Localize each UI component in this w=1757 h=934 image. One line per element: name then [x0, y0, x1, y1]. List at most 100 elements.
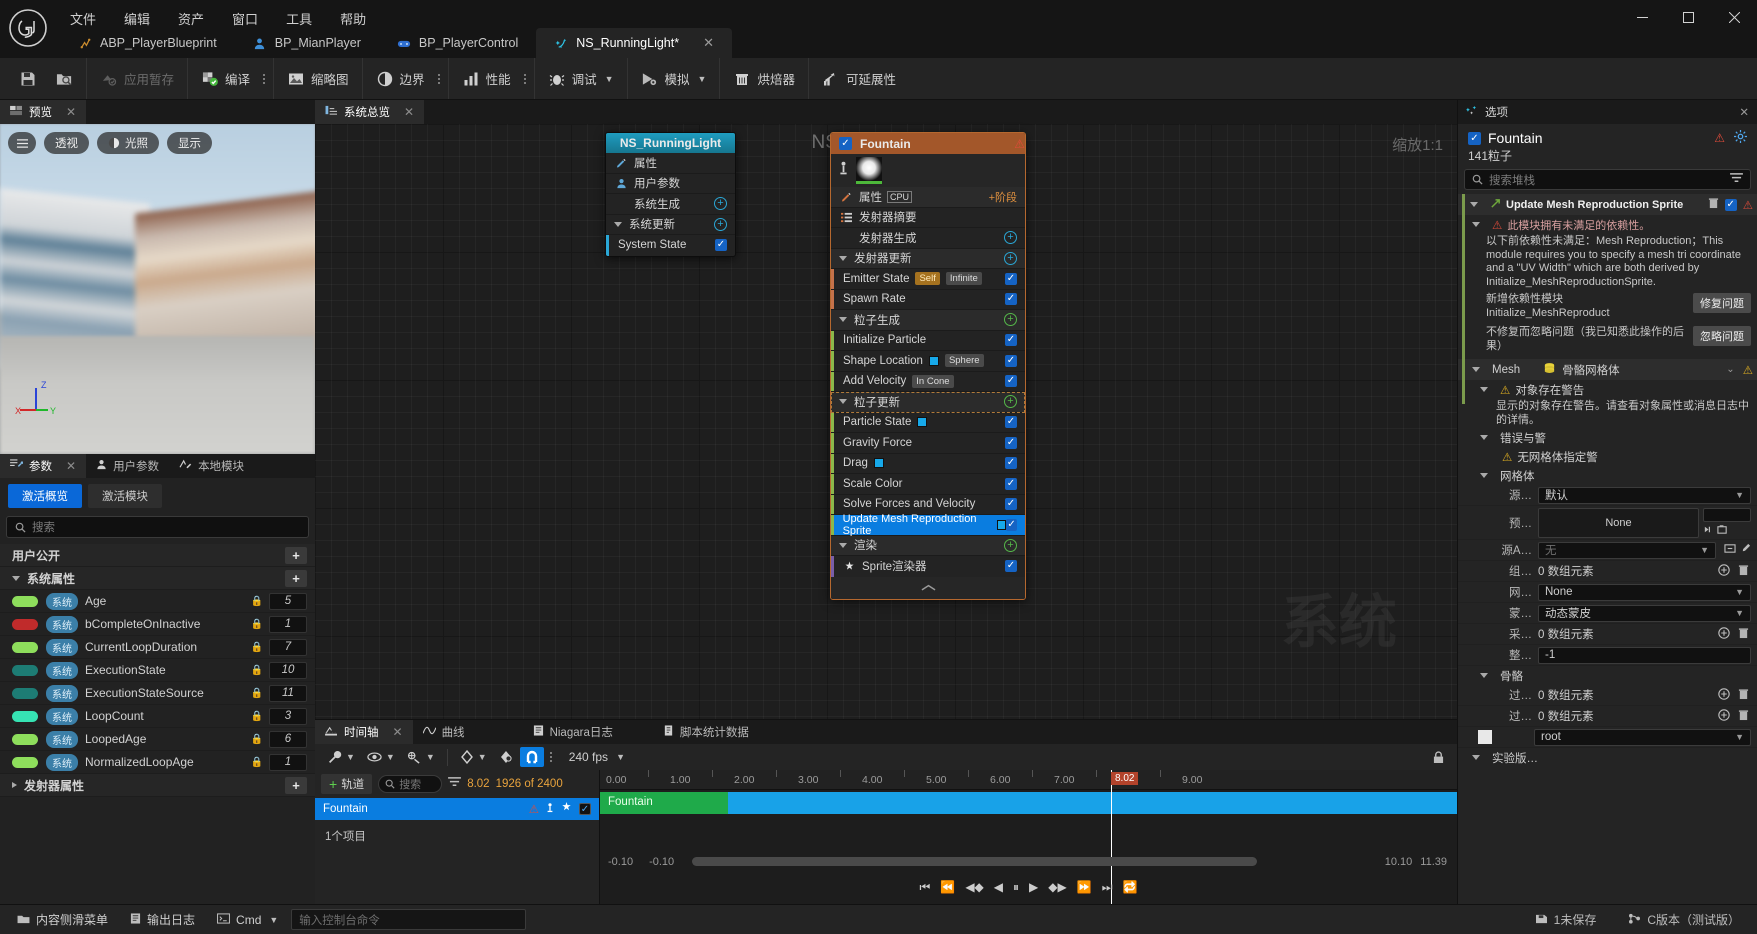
unsaved-button[interactable]: 1未保存 [1526, 907, 1606, 932]
whole-value-input[interactable]: -1 [1538, 646, 1751, 664]
add-module-button[interactable]: + [1004, 251, 1017, 265]
param-row-bcompleteoninactive[interactable]: 系统 bCompleteOnInactive 🔒 1 [0, 613, 315, 636]
toggle-activation-modules[interactable]: 激活模块 [88, 484, 162, 508]
system-node-row-properties[interactable]: 属性 [606, 153, 735, 174]
timeline-lock-button[interactable] [1428, 747, 1449, 767]
object-warning-header[interactable]: ⚠ 对象存在警告 [1458, 380, 1757, 399]
param-row-normalizedloopage[interactable]: 系统 NormalizedLoopAge 🔒 1 [0, 751, 315, 774]
step-forward-button[interactable]: ⏩ [1077, 880, 1092, 894]
param-row-age[interactable]: 系统 Age 🔒 5 [0, 590, 315, 613]
bounds-button[interactable]: 边界 [367, 62, 434, 96]
system-node-row-user-parameters[interactable]: 用户参数 [606, 174, 735, 194]
mesh-combo[interactable]: None ▼ [1538, 583, 1751, 601]
pause-button[interactable]: ⏸ [1013, 880, 1019, 895]
chevron-down-icon[interactable]: ⌄ [1726, 364, 1734, 375]
timeline-fps-dropdown[interactable]: 240 fps ▼ [564, 747, 630, 767]
stack-search-input[interactable]: 搜索堆栈 [1464, 169, 1751, 190]
track-enabled-checkbox[interactable]: ✓ [579, 803, 591, 815]
parameters-list[interactable]: 用户公开 + 系统属性 + 系统 Age 🔒 5 系统 bCompleteOnI… [0, 544, 315, 904]
range-view-start-label[interactable]: -0.10 [641, 856, 682, 868]
jump-to-start-button[interactable]: ⏮ [920, 880, 931, 895]
browse-icon[interactable] [1703, 524, 1714, 538]
timeline-ruler[interactable]: 0.00 1.00 2.00 3.00 4.00 5.00 6.00 7.00 … [600, 770, 1457, 790]
warning-triangle-icon[interactable]: ⚠ [1014, 137, 1025, 151]
emitter-stage-emitter-spawn[interactable]: 发射器生成 + [831, 228, 1025, 249]
param-value[interactable]: 1 [269, 753, 307, 771]
module-enabled-checkbox[interactable] [1005, 272, 1017, 285]
chevron-down-icon[interactable] [1480, 435, 1488, 440]
emitter-module-add-velocity[interactable]: Add Velocity In Cone [831, 371, 1025, 392]
gear-icon[interactable] [1734, 130, 1747, 146]
param-section-emitter-attributes[interactable]: 发射器属性 + [0, 774, 315, 797]
step-back-button[interactable]: ⏪ [940, 880, 955, 894]
apply-scratch-button[interactable]: 应用暂存 [91, 62, 183, 96]
chevron-down-icon[interactable] [1470, 202, 1478, 207]
emitter-stage-emitter-update[interactable]: 发射器更新 + [831, 248, 1025, 269]
range-start-label[interactable]: -0.10 [600, 856, 641, 868]
unreal-logo-icon[interactable] [0, 0, 56, 56]
param-section-system-attributes[interactable]: 系统属性 + [0, 567, 315, 590]
particle-sprite-thumbnail[interactable] [856, 157, 882, 184]
add-icon[interactable] [1718, 626, 1730, 642]
warning-triangle-icon[interactable]: ⚠ [1714, 131, 1725, 145]
tab-ns-runninglight[interactable]: NS_RunningLight* ✕ [536, 28, 733, 58]
tab-bp-playercontrol[interactable]: BP_PlayerControl [379, 28, 536, 58]
param-value[interactable]: 7 [269, 638, 307, 656]
mesh-prop-mesh[interactable]: 网… None ▼ [1458, 582, 1757, 603]
system-node-stage-system-spawn[interactable]: 系统生成 + [606, 194, 735, 215]
emitter-stage-particle-spawn[interactable]: 粒子生成 + [831, 310, 1025, 331]
close-button[interactable] [1711, 0, 1757, 34]
add-module-button[interactable]: + [714, 217, 727, 231]
asset-value[interactable]: None [1538, 507, 1699, 538]
param-value[interactable]: 1 [269, 615, 307, 633]
solo-icon[interactable] [561, 802, 572, 816]
param-row-loopedage[interactable]: 系统 LoopedAge 🔒 6 [0, 728, 315, 751]
output-log-button[interactable]: 输出日志 [121, 907, 204, 932]
module-enabled-checkbox[interactable] [1005, 457, 1017, 470]
tab-user-parameters[interactable]: 用户参数 [86, 454, 170, 478]
mesh-prop-whole[interactable]: 整… -1 [1458, 645, 1757, 666]
add-renderer-button[interactable]: + [1004, 538, 1017, 552]
emitter-enabled-checkbox[interactable] [839, 137, 852, 150]
save-button[interactable] [10, 62, 46, 96]
emitter-module-emitter-state[interactable]: Emitter State Self Infinite [831, 269, 1025, 290]
module-stack[interactable]: Update Mesh Reproduction Sprite ✓ ⚠ ⚠ 此模… [1458, 194, 1757, 904]
close-icon[interactable]: ✕ [703, 35, 714, 51]
module-enabled-checkbox[interactable] [1005, 416, 1017, 429]
close-icon[interactable]: ✕ [404, 105, 414, 119]
skinning-combo[interactable]: 动态蒙皮 ▼ [1538, 604, 1751, 622]
module-enabled-checkbox[interactable] [1005, 334, 1017, 347]
module-enabled-checkbox[interactable] [715, 239, 727, 252]
tab-curves[interactable]: 曲线 [412, 720, 475, 744]
emitter-enabled-checkbox[interactable] [1468, 131, 1481, 145]
trash-icon[interactable] [1738, 688, 1749, 703]
skeleton-prop-filter1[interactable]: 过… 0 数组元素 [1458, 685, 1757, 706]
range-view-end-label[interactable]: 10.10 [1377, 856, 1421, 868]
trash-icon[interactable] [1738, 564, 1749, 579]
tab-parameters[interactable]: 参数 ✕ [0, 454, 87, 478]
timeline-settings-button[interactable]: ▼ [323, 747, 360, 767]
compile-options-kebab-icon[interactable] [259, 73, 269, 84]
param-value[interactable]: 5 [269, 592, 307, 610]
skeleton-prop-root[interactable]: root ▼ [1458, 727, 1757, 748]
emitter-module-update-mesh-reproduction-sprite[interactable]: Update Mesh Reproduction Sprite [831, 513, 1025, 537]
add-track-button[interactable]: + 轨道 [321, 774, 373, 794]
baker-button[interactable]: 烘焙器 [724, 62, 804, 96]
prev-key-button[interactable]: ◀◆ [965, 880, 983, 894]
timeline-clip-life[interactable] [728, 792, 1457, 814]
param-value[interactable]: 3 [269, 707, 307, 725]
trash-icon[interactable] [1738, 627, 1749, 642]
close-icon[interactable]: ✕ [393, 725, 403, 739]
scalability-button[interactable]: 可延展性 [813, 62, 905, 96]
add-module-button[interactable]: + [714, 197, 727, 211]
system-node-module-system-state[interactable]: System State [606, 235, 735, 256]
stack-module-header[interactable]: Update Mesh Reproduction Sprite ✓ ⚠ [1458, 194, 1757, 215]
trash-icon[interactable] [1738, 709, 1749, 724]
tab-timeline[interactable]: 时间轴 ✕ [315, 720, 413, 744]
add-stage-button[interactable]: +阶段 [989, 189, 1017, 205]
mesh-prop-sampling[interactable]: 采… 0 数组元素 [1458, 624, 1757, 645]
minimize-button[interactable] [1619, 0, 1665, 34]
add-module-button[interactable]: + [1004, 231, 1017, 245]
emitter-node-header[interactable]: Fountain ⚠ [831, 133, 1025, 154]
isolate-icon[interactable] [546, 802, 554, 817]
